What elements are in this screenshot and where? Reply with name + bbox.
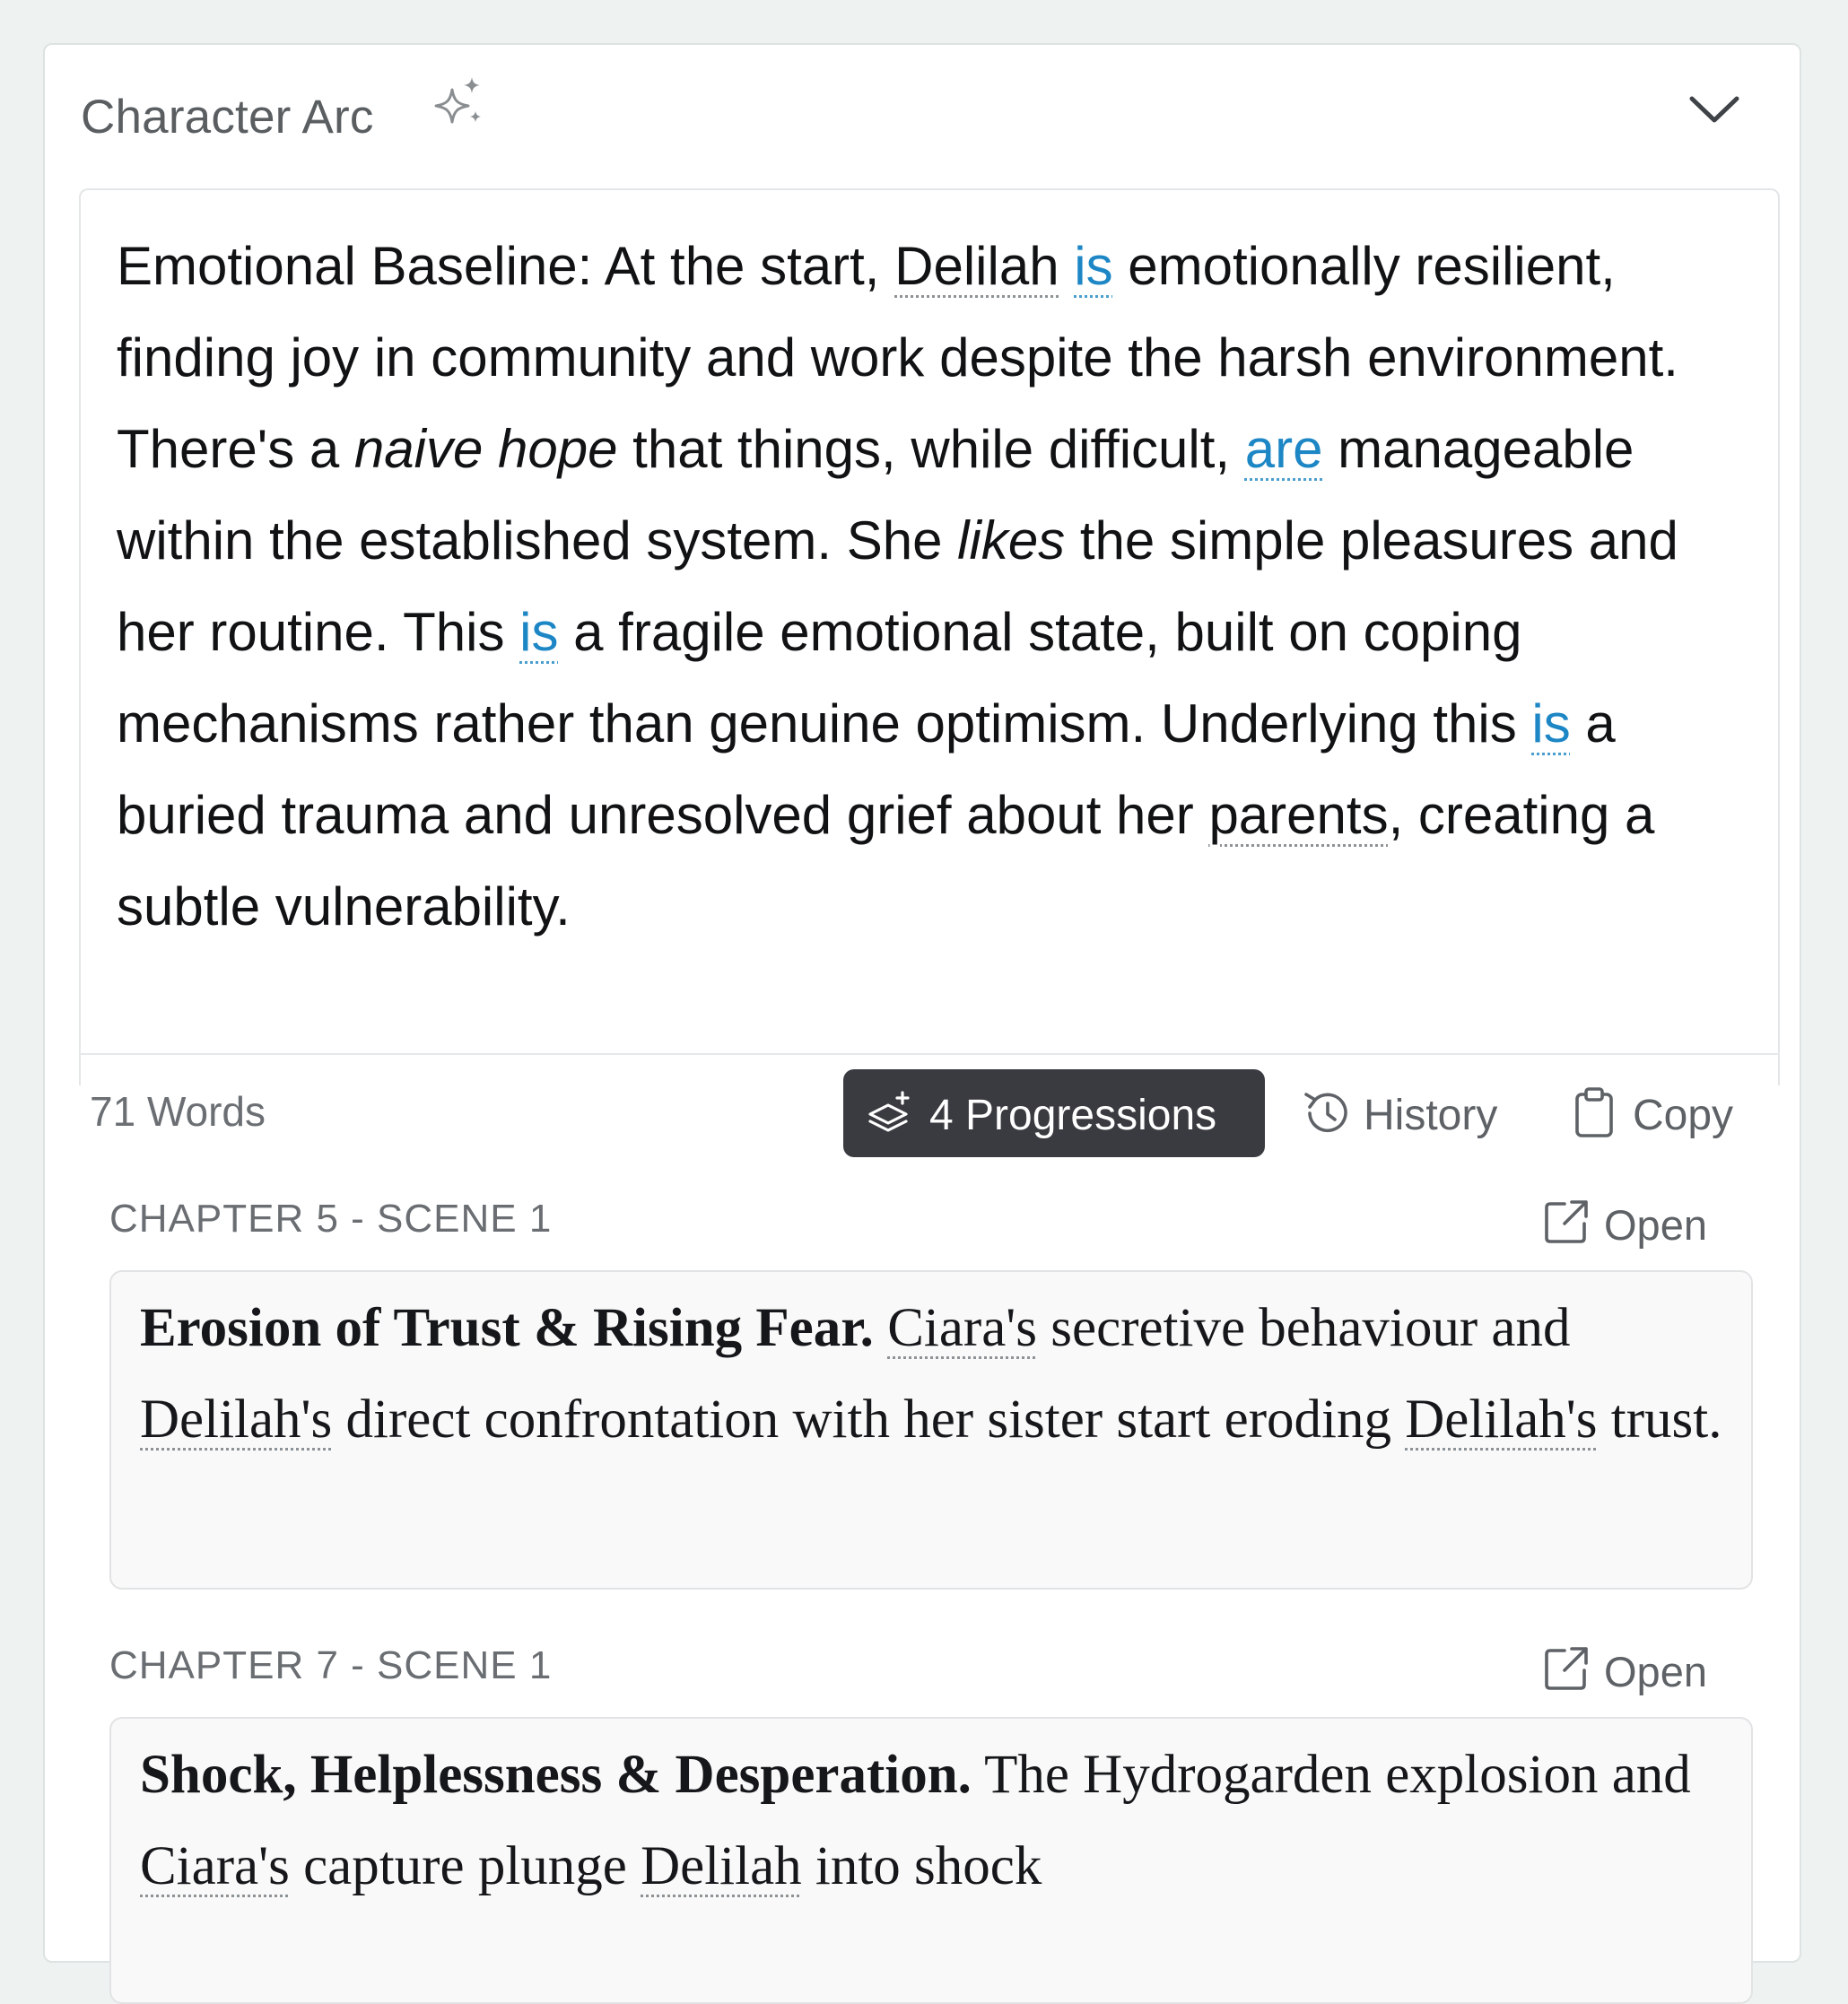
- external-link-icon: [1545, 1200, 1588, 1243]
- text-run: secretive behaviour and: [1037, 1298, 1571, 1358]
- highlighted-word[interactable]: is: [1531, 693, 1570, 754]
- sparkle-icon[interactable]: [431, 74, 490, 133]
- progressions-button[interactable]: 4 Progressions: [843, 1069, 1265, 1157]
- progression-card[interactable]: Shock, Helplessness & Desperation. The H…: [109, 1717, 1753, 2004]
- layers-plus-icon: [868, 1091, 910, 1132]
- copy-label: Copy: [1633, 1092, 1734, 1139]
- highlighted-word[interactable]: is: [1074, 236, 1112, 296]
- open-label: Open: [1604, 1648, 1707, 1695]
- external-link-icon: [1545, 1647, 1588, 1690]
- entity-link[interactable]: Ciara's: [887, 1298, 1037, 1358]
- history-label: History: [1364, 1092, 1498, 1139]
- open-scene-button[interactable]: Open: [1541, 1640, 1721, 1703]
- scene-label: CHAPTER 7 - SCENE 1: [109, 1643, 553, 1687]
- emphasized-text: naive hope: [353, 419, 618, 479]
- arc-toolbar: 71 Words 4 Progressions History Copy: [79, 1053, 1780, 1157]
- highlighted-word[interactable]: are: [1245, 419, 1323, 479]
- open-label: Open: [1604, 1201, 1707, 1249]
- history-icon: [1304, 1093, 1347, 1133]
- chevron-down-icon[interactable]: [1683, 88, 1746, 133]
- arc-text-editor[interactable]: Emotional Baseline: At the start, Delila…: [79, 188, 1780, 1085]
- progressions-label: 4 Progressions: [929, 1092, 1217, 1139]
- text-run: direct confrontation with her sister sta…: [332, 1390, 1406, 1450]
- entity-link[interactable]: Delilah's: [140, 1390, 332, 1450]
- entity-link[interactable]: Ciara's: [140, 1836, 290, 1896]
- emphasized-text: likes: [957, 510, 1066, 571]
- progression-title: Shock, Helplessness & Desperation.: [140, 1745, 972, 1805]
- character-arc-panel: Character Arc Emotional Baseline: At the…: [43, 43, 1801, 2004]
- arc-text[interactable]: Emotional Baseline: At the start, Delila…: [117, 221, 1758, 953]
- panel-header: Character Arc: [81, 70, 1764, 147]
- progression-text: Erosion of Trust & Rising Fear. Ciara's …: [140, 1283, 1737, 1466]
- word-count: 71 Words: [90, 1088, 266, 1135]
- history-button[interactable]: History: [1301, 1069, 1525, 1157]
- highlighted-word[interactable]: is: [519, 602, 558, 662]
- entity-link[interactable]: Delilah: [894, 236, 1059, 296]
- open-scene-button[interactable]: Open: [1541, 1193, 1721, 1256]
- text-run: [1059, 236, 1075, 296]
- panel-title: Character Arc: [81, 91, 374, 144]
- copy-button[interactable]: Copy: [1570, 1069, 1749, 1157]
- entity-link[interactable]: Delilah: [641, 1836, 802, 1896]
- scene-label: CHAPTER 5 - SCENE 1: [109, 1197, 553, 1241]
- text-run: trust.: [1597, 1390, 1722, 1450]
- text-run: that things, while difficult,: [617, 419, 1245, 479]
- progression-text: Shock, Helplessness & Desperation. The H…: [140, 1730, 1737, 1913]
- text-run: capture plunge: [289, 1836, 641, 1896]
- text-run: [874, 1298, 887, 1358]
- text-run: Emotional Baseline: At the start,: [117, 236, 895, 296]
- entity-link[interactable]: Delilah's: [1405, 1390, 1597, 1450]
- clipboard-icon: [1575, 1087, 1613, 1137]
- progression-card[interactable]: Erosion of Trust & Rising Fear. Ciara's …: [109, 1270, 1753, 1590]
- progression-title: Erosion of Trust & Rising Fear.: [140, 1298, 874, 1358]
- text-run: The Hydrogarden explosion and: [971, 1745, 1691, 1805]
- entity-link[interactable]: parents: [1208, 785, 1388, 845]
- text-run: into shock: [801, 1836, 1042, 1896]
